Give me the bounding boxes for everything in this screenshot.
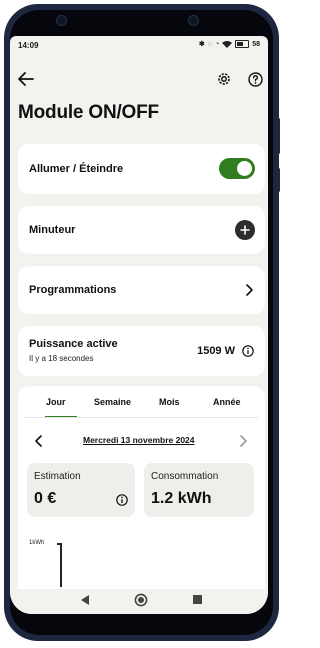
estimation-card: Estimation 0 € [27, 463, 135, 517]
tabs-divider [25, 417, 258, 418]
back-button[interactable] [16, 69, 36, 89]
power-toggle[interactable] [219, 158, 255, 179]
wifi-icon [222, 41, 233, 48]
power-card: Puissance active Il y a 18 secondes 1509… [18, 326, 265, 376]
settings-button[interactable] [214, 69, 234, 89]
consommation-value: 1.2 kWh [151, 490, 212, 507]
chevron-right-icon [240, 435, 247, 447]
app-header [10, 68, 268, 90]
tab-jour[interactable]: Jour [46, 397, 66, 407]
chart-y-axis [60, 543, 62, 587]
power-updated: Il y a 18 secondes [29, 354, 94, 363]
nav-home-icon[interactable] [134, 593, 148, 607]
chart-unit-label: 1kWh [29, 540, 45, 546]
status-time: 14:09 [18, 41, 39, 50]
app-screen: 14:09 ✱ ◌ ◔ 58 Module ON/OFF Allumer / É… [10, 36, 268, 614]
bluetooth-icon: ✱ [198, 41, 205, 48]
front-camera-icon [56, 15, 67, 26]
tab-semaine[interactable]: Semaine [94, 397, 131, 407]
switch-card: Allumer / Éteindre [18, 144, 265, 194]
volume-button [277, 118, 280, 154]
power-value: 1509 W [197, 345, 235, 357]
sensor-icon [188, 15, 199, 26]
current-date[interactable]: Mercredi 13 novembre 2024 [83, 435, 195, 445]
arrow-left-icon [18, 72, 34, 86]
plus-icon [240, 225, 250, 235]
tab-annee[interactable]: Année [213, 397, 241, 407]
alarm-icon: ◔ [214, 40, 220, 48]
timer-card[interactable]: Minuteur [18, 206, 265, 254]
consumption-card: Jour Semaine Mois Année Mercredi 13 nove… [18, 386, 265, 614]
date-navigator: Mercredi 13 novembre 2024 [18, 431, 265, 451]
power-button [277, 168, 280, 192]
info-circle-icon[interactable] [116, 494, 128, 506]
mute-icon: ◌ [207, 40, 212, 48]
system-nav-bar [10, 589, 268, 614]
status-icons: ✱ ◌ ◔ 58 [199, 40, 260, 48]
status-bar: 14:09 ✱ ◌ ◔ 58 [10, 36, 268, 56]
battery-icon [235, 40, 250, 48]
battery-level: 58 [252, 40, 260, 48]
add-timer-button[interactable] [235, 220, 255, 240]
help-button[interactable] [245, 69, 265, 89]
schedule-label: Programmations [29, 284, 117, 296]
switch-label: Allumer / Éteindre [29, 163, 124, 175]
chevron-left-icon[interactable] [35, 435, 42, 447]
consommation-label: Consommation [151, 471, 219, 482]
timer-label: Minuteur [29, 224, 76, 236]
question-circle-icon [247, 71, 263, 87]
tab-mois[interactable]: Mois [159, 397, 180, 407]
gear-icon [218, 73, 230, 85]
info-circle-icon[interactable] [242, 345, 254, 357]
consommation-card: Consommation 1.2 kWh [144, 463, 254, 517]
toggle-knob [237, 161, 252, 176]
schedule-card[interactable]: Programmations [18, 266, 265, 314]
nav-recents-icon[interactable] [193, 595, 202, 604]
nav-back-icon[interactable] [80, 594, 90, 606]
estimation-label: Estimation [34, 471, 81, 482]
period-tabs: Jour Semaine Mois Année [18, 394, 265, 418]
estimation-value: 0 € [34, 490, 57, 507]
page-title: Module ON/OFF [18, 102, 159, 123]
power-label: Puissance active [29, 338, 118, 350]
chevron-right-icon [246, 284, 253, 296]
